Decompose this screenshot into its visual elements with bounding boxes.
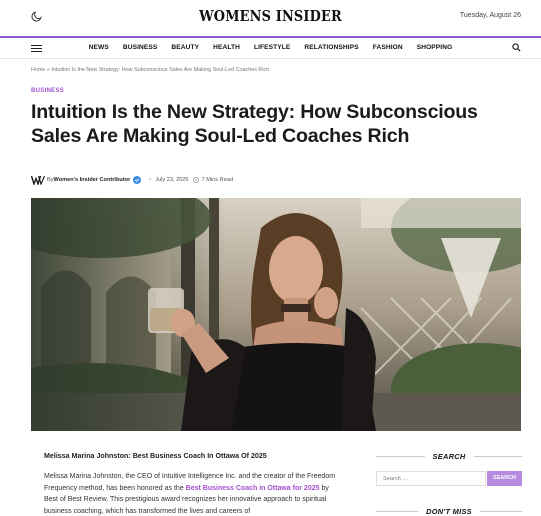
sidebar-search-input[interactable] xyxy=(376,471,486,486)
heading-rule-right xyxy=(473,455,523,457)
best-business-coach-link[interactable]: Best Business Coach in Ottawa for 2025 xyxy=(186,485,320,492)
top-bar: WOMENS INSIDER Tuesday, August 26 xyxy=(0,0,541,36)
nav-item-fashion[interactable]: FASHION xyxy=(366,44,410,51)
heading-rule-right xyxy=(479,510,523,512)
nav-item-shopping[interactable]: SHOPPING xyxy=(410,44,460,51)
meta-separator: • xyxy=(149,177,152,183)
nav-item-business[interactable]: BUSINESS xyxy=(116,44,165,51)
search-widget-heading: SEARCH xyxy=(376,450,523,462)
author-name[interactable]: Women's Insider Contributor xyxy=(54,177,131,183)
read-time: 7 Mins Read xyxy=(201,177,233,183)
publish-date: July 23, 2025 xyxy=(155,177,189,183)
hero-image xyxy=(31,198,521,431)
dont-miss-heading-text: DON'T MISS xyxy=(426,506,472,516)
nav-item-beauty[interactable]: BEAUTY xyxy=(164,44,206,51)
sidebar-search-button[interactable]: SEARCH xyxy=(487,471,522,486)
search-icon[interactable] xyxy=(512,43,521,52)
search-heading-text: SEARCH xyxy=(432,451,466,461)
nav-bar: NEWS BUSINESS BEAUTY HEALTH LIFESTYLE RE… xyxy=(0,38,541,59)
hero-photo-illustration xyxy=(31,198,521,431)
breadcrumb[interactable]: Home » Intuition Is the New Strategy: Ho… xyxy=(31,67,269,73)
nav-item-relationships[interactable]: RELATIONSHIPS xyxy=(297,44,365,51)
current-date: Tuesday, August 26 xyxy=(459,12,521,19)
clock-icon xyxy=(192,177,199,183)
nav-item-news[interactable]: NEWS xyxy=(82,44,116,51)
dont-miss-heading: DON'T MISS xyxy=(376,505,523,516)
site-logo[interactable]: WOMENS INSIDER xyxy=(38,7,503,25)
nav-item-lifestyle[interactable]: LIFESTYLE xyxy=(247,44,297,51)
verified-badge-icon xyxy=(133,176,142,184)
main-nav: NEWS BUSINESS BEAUTY HEALTH LIFESTYLE RE… xyxy=(0,44,541,51)
article-subheading: Melissa Marina Johnston: Best Business C… xyxy=(44,452,267,460)
author-logo-icon xyxy=(31,175,45,185)
article-meta: By Women's Insider Contributor • July 23… xyxy=(31,174,233,186)
article-title: Intuition Is the New Strategy: How Subco… xyxy=(31,101,478,147)
heading-rule-left xyxy=(376,455,425,457)
heading-rule-left xyxy=(376,510,419,512)
article-paragraph: Melissa Marina Johnston, the CEO of Intu… xyxy=(44,471,344,516)
category-label[interactable]: BUSINESS xyxy=(31,88,64,94)
nav-item-health[interactable]: HEALTH xyxy=(206,44,247,51)
